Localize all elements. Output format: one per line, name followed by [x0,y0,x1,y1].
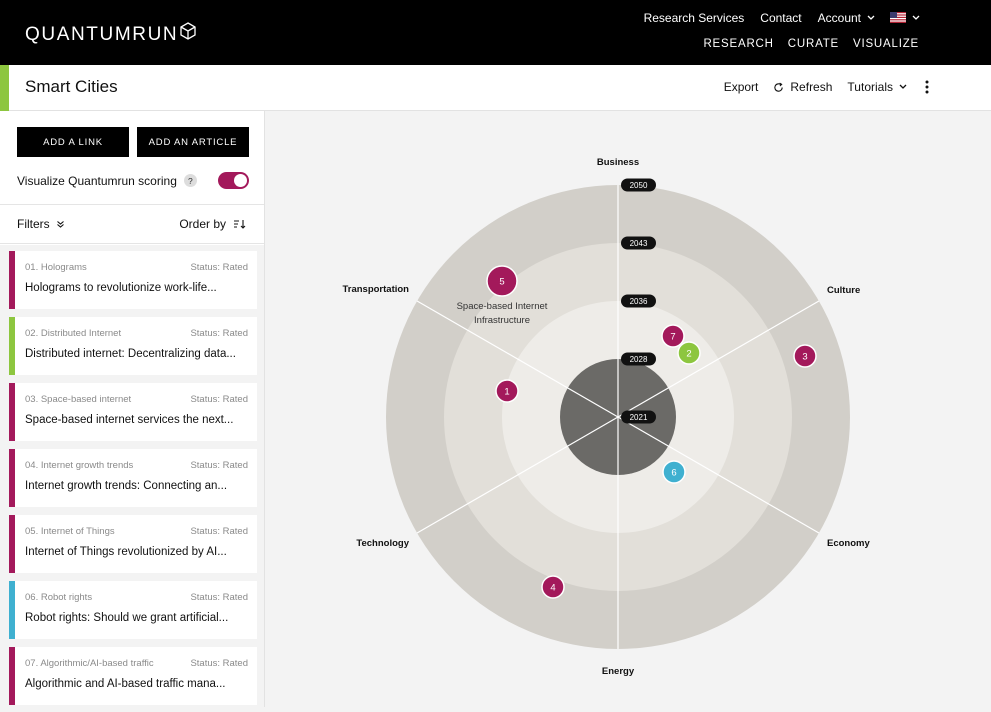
nav-contact[interactable]: Contact [760,11,801,25]
help-icon[interactable]: ? [183,174,197,187]
ring-year-label: 2043 [630,239,648,248]
radar-point-number: 6 [671,468,676,479]
chevron-down-icon [912,15,920,20]
card-status: Status: Rated [190,460,248,471]
card-title: Internet of Things revolutionized by AI.… [25,546,227,558]
card-subtitle: 07. Algorithmic/AI-based traffic [25,658,154,669]
card-subtitle: 04. Internet growth trends [25,460,134,471]
radar-chart: Business Culture Economy Energy Technology Tr… [342,157,870,677]
logo[interactable]: QUANTUMRUN [25,20,196,50]
language-selector[interactable] [890,12,920,23]
visualize-scoring-toggle[interactable] [218,172,249,189]
sort-icon [234,220,246,229]
ring-year-label: 2036 [630,297,648,306]
radar-point-number: 1 [504,387,509,398]
page-accent-bar [0,65,9,111]
sector-label: Transportation [342,284,409,295]
card-color-bar [9,317,15,375]
sector-label: Culture [827,285,860,296]
refresh-icon [774,82,784,92]
logo-text: QUANTUMRUN [25,24,179,45]
nav-research[interactable]: RESEARCH [703,38,773,50]
page-header: Smart Cities Export Refresh Tutorials [0,65,991,111]
card-subtitle: 03. Space-based internet [25,394,132,405]
card-status: Status: Rated [190,526,248,537]
card-status: Status: Rated [190,658,248,669]
card-color-bar [9,251,15,309]
article-list: 01. Holograms Status: Rated Holograms to r… [0,245,264,707]
card-title: Distributed internet: Decentralizing dat… [25,348,236,360]
nav-curate[interactable]: CURATE [788,38,839,50]
radar-point-number: 7 [670,332,675,343]
article-card[interactable]: 02. Distributed Internet Status: Rated Dis… [9,317,257,375]
tutorials-dropdown[interactable]: Tutorials [847,80,907,94]
card-color-bar [9,383,15,441]
toggle-knob [234,174,247,187]
ring-year-label: 2028 [630,355,648,364]
card-color-bar [9,647,15,705]
card-subtitle: 06. Robot rights [25,592,93,603]
page-title: Smart Cities [25,77,118,96]
card-status: Status: Rated [190,262,248,273]
us-flag-icon [890,12,906,23]
card-title: Internet growth trends: Connecting an... [25,480,228,492]
card-status: Status: Rated [190,328,248,339]
card-status: Status: Rated [190,592,248,603]
filters-button[interactable]: Filters [17,217,65,231]
visualize-scoring-row: Visualize Quantumrun scoring ? [17,172,249,189]
top-nav-links: Research Services Contact Account [644,11,875,25]
card-subtitle: 02. Distributed Internet [25,328,122,339]
refresh-button[interactable]: Refresh [773,80,832,94]
sector-label: Business [597,157,639,168]
filter-chevron-icon [56,220,64,228]
add-article-button[interactable]: ADD AN ARTICLE [137,127,249,157]
ring-year-label: 2050 [630,181,648,190]
card-color-bar [9,449,15,507]
sidebar: ADD A LINK ADD AN ARTICLE Visualize Quan… [0,111,265,707]
card-color-bar [9,515,15,573]
visualize-scoring-label: Visualize Quantumrun scoring [17,173,177,188]
article-card[interactable]: 04. Internet growth trends Status: Rated I… [9,449,257,507]
sector-label: Energy [602,666,635,677]
radar-point-label: Infrastructure [474,315,530,326]
card-title: Algorithmic and AI-based traffic mana... [25,678,226,690]
filters-bar: Filters Order by [0,204,264,244]
card-title: Space-based internet services the next..… [25,414,234,426]
article-card[interactable]: 07. Algorithmic/AI-based traffic Status: … [9,647,257,705]
nav-research-services[interactable]: Research Services [644,11,745,25]
radar-point-number: 3 [802,352,807,363]
card-title: Robot rights: Should we grant artificial… [25,612,229,624]
ring-year-label: 2021 [630,413,648,422]
export-button[interactable]: Export [724,80,759,94]
nav-visualize[interactable]: VISUALIZE [853,38,919,50]
article-card[interactable]: 01. Holograms Status: Rated Holograms to r… [9,251,257,309]
card-status: Status: Rated [190,394,248,405]
cube-icon [180,22,196,40]
article-card[interactable]: 05. Internet of Things Status: Rated Inter… [9,515,257,573]
article-card[interactable]: 03. Space-based internet Status: Rated Spa… [9,383,257,441]
sector-label: Economy [827,538,870,549]
card-color-bar [9,581,15,639]
chevron-down-icon [899,84,907,89]
radar-point-number: 4 [550,583,555,594]
sector-label: Technology [356,538,409,549]
page-actions: Export Refresh Tutorials [724,80,907,94]
chevron-down-icon [867,15,875,20]
order-by-button[interactable]: Order by [179,217,246,231]
top-navbar: QUANTUMRUN Research Services Contact Acc… [0,0,991,65]
radar-point-label: Space-based Internet [457,301,548,312]
radar-chart-area: Business Culture Economy Energy Technology Tr… [266,111,991,707]
card-subtitle: 05. Internet of Things [25,526,115,537]
more-options-icon[interactable] [925,80,929,94]
card-title: Holograms to revolutionize work-life... [25,282,217,294]
radar-point-number: 5 [499,277,504,288]
card-subtitle: 01. Holograms [25,262,87,273]
nav-account[interactable]: Account [818,11,875,25]
article-card[interactable]: 06. Robot rights Status: Rated Robot right… [9,581,257,639]
add-link-button[interactable]: ADD A LINK [17,127,129,157]
radar-point-number: 2 [686,349,691,360]
main-nav: RESEARCH CURATE VISUALIZE [703,38,919,50]
